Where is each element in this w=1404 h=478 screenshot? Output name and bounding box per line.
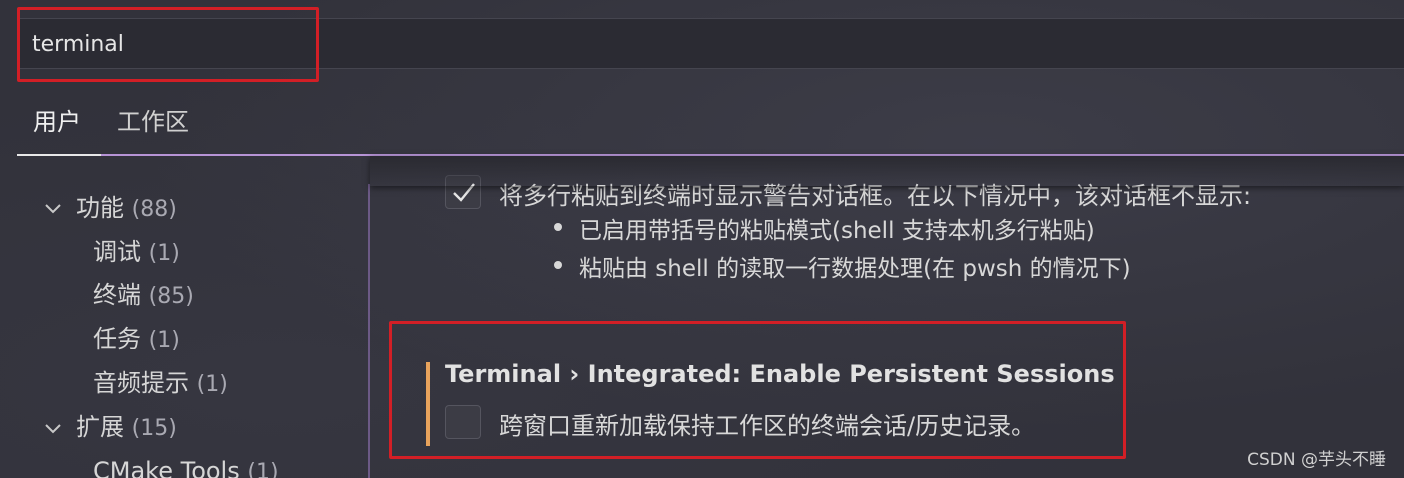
toc-count: (88) <box>131 197 177 222</box>
toc-label: CMake Tools <box>93 457 240 478</box>
toc-count: (1) <box>148 241 180 266</box>
chevron-down-icon[interactable] <box>42 418 64 440</box>
setting-title-persistent-sessions: Terminal › Integrated: Enable Persistent… <box>445 360 1115 388</box>
toc-divider <box>368 184 370 478</box>
persistent-sessions-checkbox[interactable] <box>445 405 481 439</box>
setting-category: Terminal › Integrated: <box>445 360 750 388</box>
toc-item-tasks[interactable]: 任务 (1) <box>93 322 180 356</box>
persistent-sessions-description: 跨窗口重新加载保持工作区的终端会话/历史记录。 <box>499 412 1036 440</box>
watermark-text: CSDN @芋头不睡 <box>1247 450 1386 470</box>
modified-indicator <box>426 362 430 446</box>
toc-item-cmake-tools[interactable]: CMake Tools (1) <box>93 454 279 478</box>
toc-label: 任务 <box>93 325 141 353</box>
toc-item-features[interactable]: 功能 (88) <box>76 191 177 225</box>
sticky-header-shadow <box>370 156 1404 186</box>
settings-toc: 功能 (88) 调试 (1) 终端 (85) 任务 (1) 音频提示 (1) 扩… <box>0 160 368 478</box>
tab-user[interactable]: 用户 <box>17 106 101 156</box>
toc-count: (1) <box>196 372 228 397</box>
tab-workspace[interactable]: 工作区 <box>117 106 189 156</box>
toc-label: 终端 <box>93 281 141 309</box>
toc-count: (1) <box>148 328 180 353</box>
toc-item-terminal[interactable]: 终端 (85) <box>93 278 194 312</box>
settings-search-box[interactable] <box>17 18 1404 69</box>
bullet-dot <box>554 223 562 231</box>
toc-label: 扩展 <box>76 413 124 441</box>
toc-label: 调试 <box>93 238 141 266</box>
toc-item-extensions[interactable]: 扩展 (15) <box>76 410 177 444</box>
toc-item-debug[interactable]: 调试 (1) <box>93 235 180 269</box>
paste-warning-bullet: 粘贴由 shell 的读取一行数据处理(在 pwsh 的情况下) <box>579 256 1131 282</box>
toc-item-audio-cues[interactable]: 音频提示 (1) <box>93 366 228 400</box>
toc-count: (1) <box>247 460 279 478</box>
scope-tabs: 用户 工作区 <box>17 96 1404 156</box>
toc-label: 音频提示 <box>93 369 189 397</box>
settings-editor: 用户 工作区 功能 (88) 调试 (1) 终端 (85) 任务 (1) 音频提… <box>0 0 1404 478</box>
setting-name: Enable Persistent Sessions <box>749 360 1115 388</box>
settings-search-input[interactable] <box>32 29 632 59</box>
toc-label: 功能 <box>76 194 124 222</box>
bullet-dot <box>554 261 562 269</box>
chevron-down-icon[interactable] <box>42 198 64 220</box>
toc-count: (85) <box>148 284 194 309</box>
toc-count: (15) <box>131 416 177 441</box>
paste-warning-bullet: 已启用带括号的粘贴模式(shell 支持本机多行粘贴) <box>579 218 1095 244</box>
